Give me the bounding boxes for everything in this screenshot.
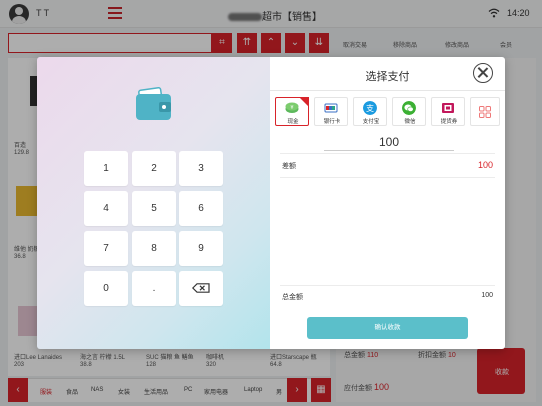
dialog-title: 选择支付 bbox=[365, 71, 410, 83]
numpad-backspace-button[interactable] bbox=[179, 271, 223, 306]
numpad-key-8[interactable]: 8 bbox=[132, 231, 176, 266]
pay-method-cash[interactable]: ¥ 现金 bbox=[275, 97, 309, 126]
divider bbox=[280, 285, 495, 286]
pay-method-label: 提货券 bbox=[440, 119, 458, 125]
total-amount-value: 100 bbox=[481, 292, 493, 299]
divider bbox=[280, 177, 495, 178]
payment-amount-input[interactable]: 100 bbox=[324, 133, 454, 151]
divider bbox=[280, 153, 495, 154]
numpad-key-9[interactable]: 9 bbox=[179, 231, 223, 266]
backspace-icon bbox=[191, 283, 210, 293]
more-pay-methods-button[interactable] bbox=[470, 97, 500, 126]
voucher-icon bbox=[442, 103, 454, 113]
wallet-icon bbox=[136, 87, 171, 120]
alipay-icon: 支 bbox=[363, 101, 377, 115]
numpad-key-5[interactable]: 5 bbox=[132, 191, 176, 226]
pay-method-wechat[interactable]: 微信 bbox=[392, 97, 426, 126]
confirm-payment-button[interactable]: 确认收款 bbox=[307, 317, 468, 339]
pay-method-label: 微信 bbox=[404, 119, 416, 125]
bank-card-icon bbox=[324, 103, 338, 113]
numpad-key-4[interactable]: 4 bbox=[84, 191, 128, 226]
cash-icon: ¥ bbox=[285, 102, 299, 113]
pay-method-bank-card[interactable]: 银行卡 bbox=[314, 97, 348, 126]
difference-label: 差额 bbox=[282, 163, 296, 170]
total-amount-label: 总金额 bbox=[282, 294, 303, 301]
pay-method-label: 现金 bbox=[287, 119, 299, 125]
numpad-key-2[interactable]: 2 bbox=[132, 151, 176, 186]
numpad-panel: 1 2 3 4 5 6 7 8 9 0 . bbox=[37, 57, 270, 349]
wechat-icon bbox=[402, 101, 416, 115]
numpad-key-3[interactable]: 3 bbox=[179, 151, 223, 186]
numpad-key-1[interactable]: 1 bbox=[84, 151, 128, 186]
pay-method-alipay[interactable]: 支 支付宝 bbox=[353, 97, 387, 126]
payment-panel: 选择支付 ¥ 现金 银行卡 支 支付宝 微信 提货券 100 差额 100 总金… bbox=[270, 57, 505, 349]
divider bbox=[270, 90, 505, 91]
close-icon[interactable] bbox=[473, 63, 493, 83]
selected-corner-mark bbox=[299, 97, 309, 107]
svg-text:¥: ¥ bbox=[290, 105, 293, 111]
numpad-key-6[interactable]: 6 bbox=[179, 191, 223, 226]
pay-method-label: 支付宝 bbox=[362, 119, 380, 125]
difference-value: 100 bbox=[477, 160, 493, 170]
grid-icon bbox=[479, 106, 491, 118]
pay-method-label: 银行卡 bbox=[323, 119, 341, 125]
numpad-key-decimal[interactable]: . bbox=[132, 271, 176, 306]
svg-text:支: 支 bbox=[366, 103, 374, 113]
numpad-key-7[interactable]: 7 bbox=[84, 231, 128, 266]
payment-dialog: 1 2 3 4 5 6 7 8 9 0 . 选择支付 ¥ 现金 银行卡 支 支付… bbox=[37, 57, 505, 349]
pay-method-voucher[interactable]: 提货券 bbox=[431, 97, 465, 126]
numpad-key-0[interactable]: 0 bbox=[84, 271, 128, 306]
